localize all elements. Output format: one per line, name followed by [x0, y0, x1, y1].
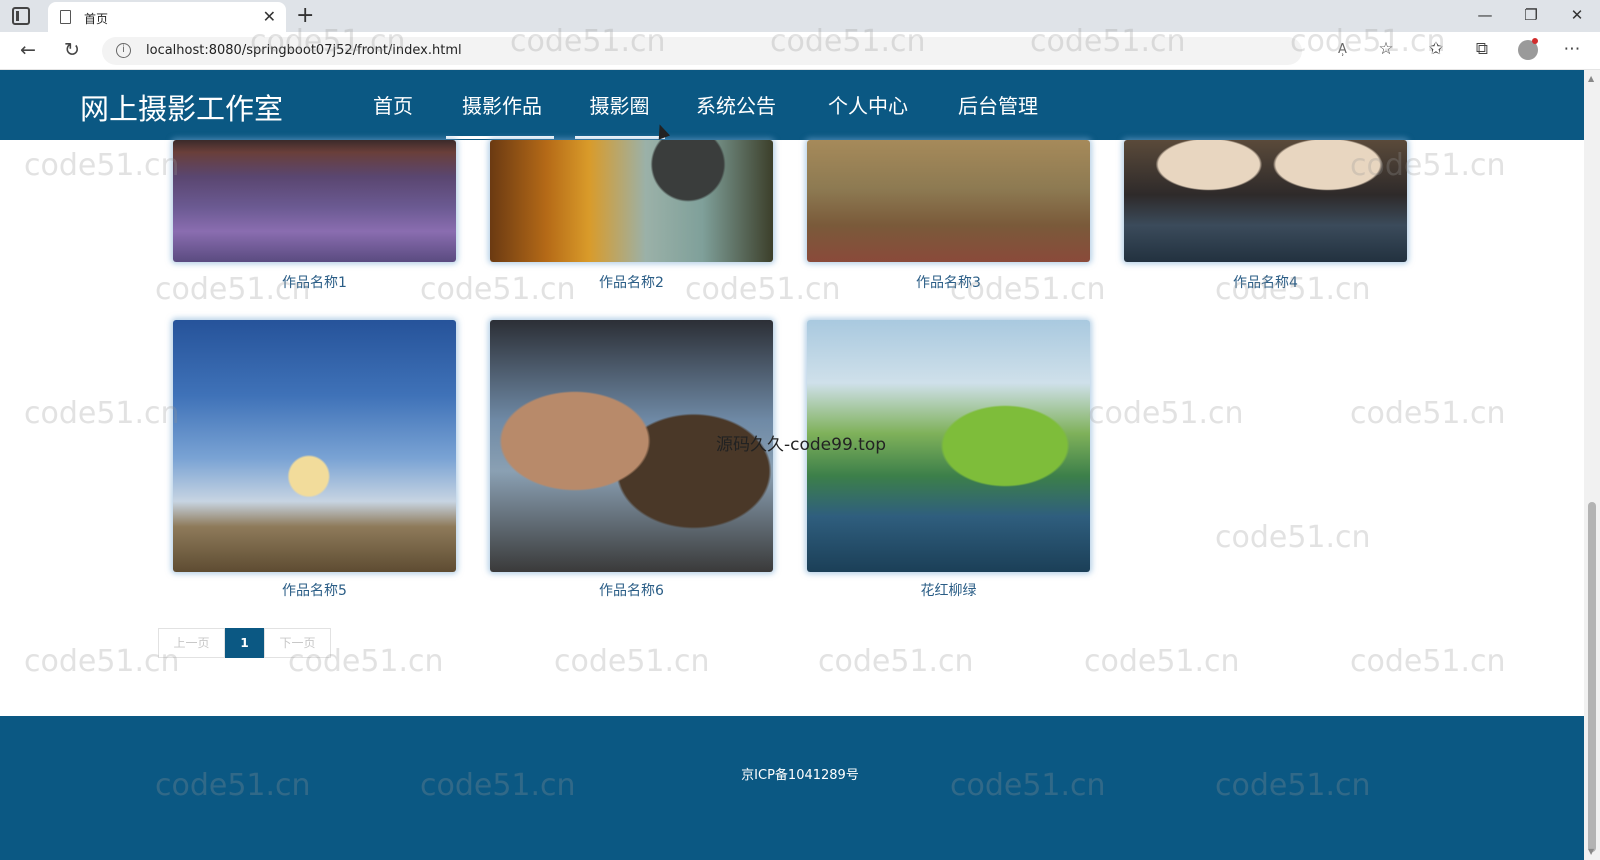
work-caption[interactable]: 作品名称6: [490, 580, 773, 600]
watermark: code51.cn: [818, 644, 974, 679]
more-icon[interactable]: ⋯: [1560, 39, 1584, 59]
watermark: code51.cn: [24, 396, 180, 431]
watermark: code51.cn: [1350, 396, 1506, 431]
icp-record: 京ICP备1041289号: [741, 768, 859, 783]
watermark: code51.cn: [1215, 520, 1371, 555]
site-title: 网上摄影工作室: [80, 92, 284, 126]
close-tab-icon[interactable]: ✕: [263, 7, 276, 26]
next-page-button[interactable]: 下一页: [264, 628, 331, 658]
work-image-6[interactable]: [490, 320, 773, 572]
work-caption[interactable]: 作品名称5: [173, 580, 456, 600]
close-window-icon[interactable]: ✕: [1567, 6, 1587, 24]
browser-tab-bar: 首页 ✕ + — ❐ ✕: [0, 0, 1600, 32]
nav-circle[interactable]: 摄影圈: [585, 90, 654, 119]
refresh-icon[interactable]: ↻: [60, 39, 84, 61]
nav-works[interactable]: 摄影作品: [456, 90, 548, 119]
work-image-3[interactable]: [807, 140, 1090, 262]
browser-address-bar: ← ↻ i localhost:8080/springboot07j52/fro…: [0, 32, 1600, 70]
new-tab-icon[interactable]: +: [296, 3, 314, 28]
scroll-thumb[interactable]: [1588, 502, 1596, 852]
site-footer: [0, 716, 1584, 860]
page-icon: [60, 10, 71, 24]
scroll-down-icon[interactable]: ▼: [1588, 847, 1594, 856]
site-header: 网上摄影工作室 首页 摄影作品 摄影圈 系统公告 个人中心 后台管理: [0, 70, 1584, 140]
nav-admin[interactable]: 后台管理: [952, 90, 1044, 119]
nav-underline-works: [446, 136, 554, 139]
nav-personal-center[interactable]: 个人中心: [822, 90, 914, 119]
restore-icon[interactable]: ❐: [1521, 6, 1541, 24]
work-caption[interactable]: 作品名称4: [1124, 272, 1407, 292]
url-text: localhost:8080/springboot07j52/front/ind…: [146, 43, 462, 58]
add-favorite-icon[interactable]: ☆: [1374, 39, 1398, 59]
tab-actions-icon[interactable]: [12, 7, 30, 25]
watermark: code51.cn: [1088, 396, 1244, 431]
watermark: code51.cn: [554, 644, 710, 679]
nav-announcements[interactable]: 系统公告: [690, 90, 782, 119]
nav-underline-circle: [575, 136, 665, 139]
minimize-icon[interactable]: —: [1475, 6, 1495, 24]
work-image-5[interactable]: [173, 320, 456, 572]
scroll-up-icon[interactable]: ▲: [1588, 74, 1594, 83]
browser-tab[interactable]: 首页 ✕: [48, 2, 286, 32]
work-image-7[interactable]: [807, 320, 1090, 572]
collections-icon[interactable]: ⧉: [1470, 39, 1494, 59]
prev-page-button[interactable]: 上一页: [158, 628, 225, 658]
favorites-icon[interactable]: ✩: [1424, 39, 1448, 59]
watermark: code51.cn: [1084, 644, 1240, 679]
nav-home[interactable]: 首页: [370, 90, 416, 119]
work-caption[interactable]: 花红柳绿: [807, 580, 1090, 600]
watermark: code51.cn: [1350, 644, 1506, 679]
watermark: code51.cn: [24, 148, 180, 183]
back-icon[interactable]: ←: [16, 39, 40, 61]
info-icon[interactable]: i: [116, 43, 131, 58]
work-image-2[interactable]: [490, 140, 773, 262]
pagination: 上一页 1 下一页: [158, 628, 331, 658]
work-caption[interactable]: 作品名称1: [173, 272, 456, 292]
work-caption[interactable]: 作品名称3: [807, 272, 1090, 292]
read-aloud-icon[interactable]: A̹: [1338, 42, 1347, 57]
url-field[interactable]: i localhost:8080/springboot07j52/front/i…: [102, 37, 1302, 65]
work-image-1[interactable]: [173, 140, 456, 262]
page-1-button[interactable]: 1: [225, 628, 264, 658]
watermark: code51.cn: [24, 644, 180, 679]
work-caption[interactable]: 作品名称2: [490, 272, 773, 292]
notification-dot: [1532, 38, 1538, 44]
work-image-4[interactable]: [1124, 140, 1407, 262]
tab-title: 首页: [84, 12, 109, 26]
page-scrollbar[interactable]: ▲ ▼: [1584, 70, 1600, 860]
